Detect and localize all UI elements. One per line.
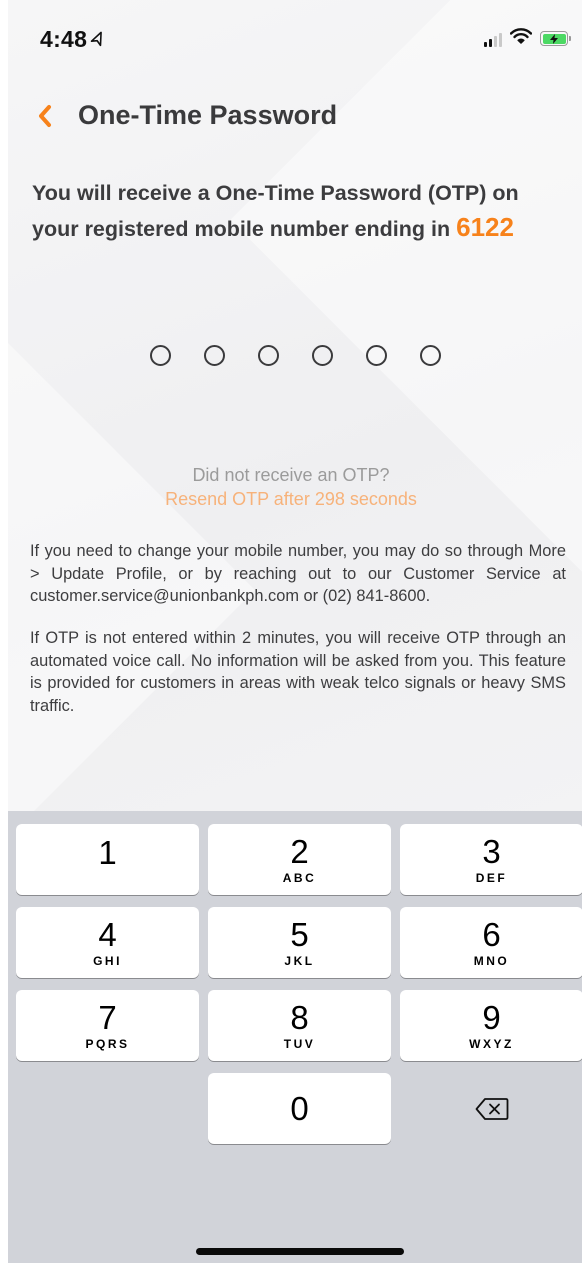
resend-otp-link[interactable]: Resend OTP after 298 seconds (8, 489, 574, 510)
battery-charging-icon (540, 31, 571, 46)
page-title: One-Time Password (78, 100, 338, 130)
key-5[interactable]: 5 JKL (208, 907, 391, 978)
chevron-left-icon (39, 104, 51, 127)
otp-digit-slot (257, 345, 279, 366)
back-button[interactable] (32, 101, 58, 131)
otp-digit-slot (149, 345, 171, 366)
location-arrow-icon (88, 29, 108, 54)
status-time-text: 4:48 (40, 26, 88, 52)
change-number-info: If you need to change your mobile number… (30, 542, 566, 605)
backspace-icon (475, 1097, 508, 1120)
voice-call-info: If OTP is not entered within 2 minutes, … (30, 629, 566, 715)
home-indicator[interactable] (196, 1248, 404, 1255)
key-0[interactable]: 0 (208, 1073, 391, 1144)
otp-intro-text: You will receive a One-Time Password (OT… (32, 181, 519, 241)
status-indicators (484, 28, 571, 49)
key-2[interactable]: 2 ABC (208, 824, 391, 895)
key-6[interactable]: 6 MNO (400, 907, 582, 978)
key-1[interactable]: 1 (16, 824, 199, 895)
otp-digit-slot (311, 345, 333, 366)
otp-digit-slot (419, 345, 441, 366)
delete-button[interactable] (400, 1073, 582, 1144)
otp-digit-slot (203, 345, 225, 366)
status-bar: 4:48 (8, 0, 582, 80)
status-time: 4:48 (40, 26, 105, 53)
wifi-icon (509, 28, 533, 49)
otp-digit-slot (365, 345, 387, 366)
key-8[interactable]: 8 TUV (208, 990, 391, 1061)
resend-question: Did not receive an OTP? (192, 465, 390, 485)
key-4[interactable]: 4 GHI (16, 907, 199, 978)
cellular-signal-icon (484, 31, 502, 47)
otp-intro: You will receive a One-Time Password (OT… (32, 176, 562, 246)
otp-screen: 4:48 One-Time Password You will receive … (8, 0, 582, 1263)
nav-header: One-Time Password (32, 100, 337, 131)
key-9[interactable]: 9 WXYZ (400, 990, 582, 1061)
key-7[interactable]: 7 PQRS (16, 990, 199, 1061)
numeric-keypad: 1 2 ABC 3 DEF 4 GHI 5 JKL 6 MNO 7 PQRS 8… (8, 811, 582, 1263)
key-3[interactable]: 3 DEF (400, 824, 582, 895)
otp-input[interactable] (8, 345, 582, 366)
mobile-number-suffix: 6122 (456, 212, 514, 242)
